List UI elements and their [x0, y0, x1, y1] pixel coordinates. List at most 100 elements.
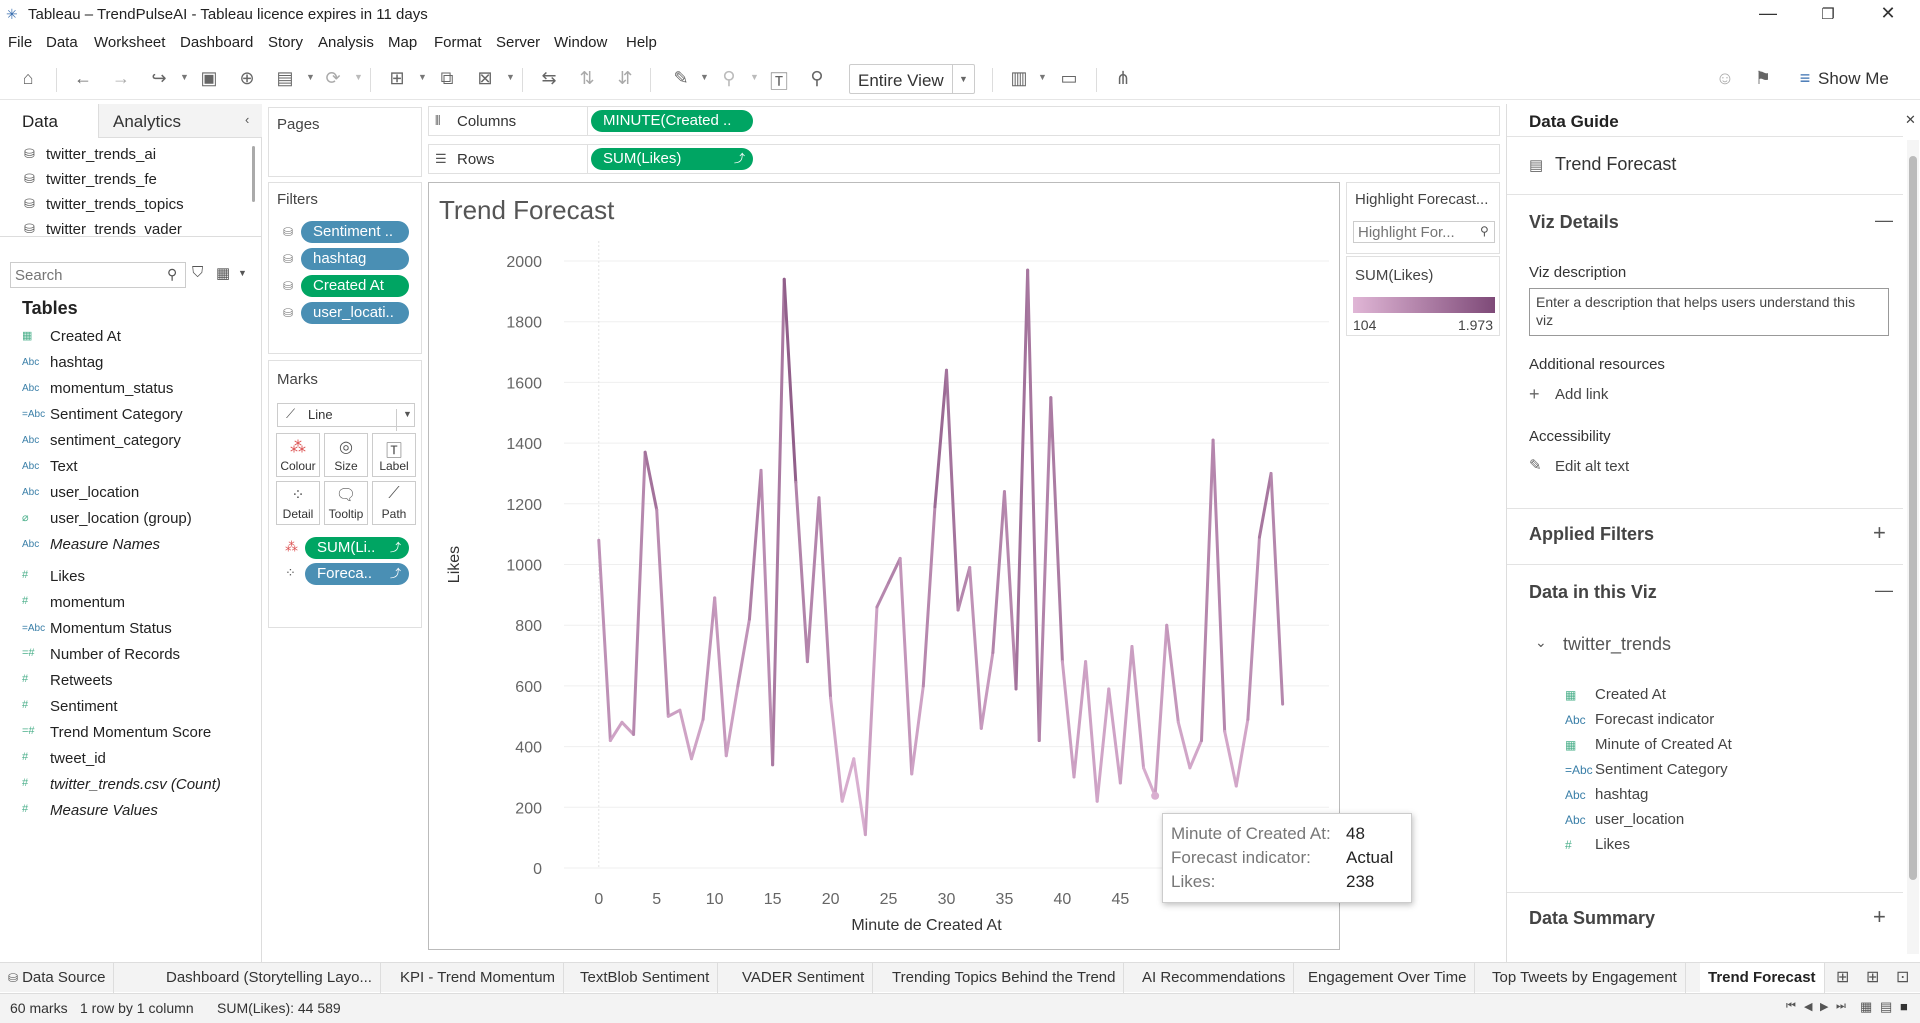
chevron-down-icon[interactable]: ▼: [396, 409, 412, 431]
first-sheet-icon[interactable]: ⏮: [1786, 1000, 1796, 1013]
field-item[interactable]: # Retweets: [0, 670, 260, 692]
plus-icon[interactable]: +: [1529, 384, 1540, 405]
field-item[interactable]: # momentum: [0, 592, 260, 614]
sort-ascending-icon[interactable]: ⇅: [574, 68, 600, 89]
tooltip-button[interactable]: 🗨 Tooltip: [324, 481, 368, 525]
chevron-down-icon[interactable]: ▼: [180, 72, 189, 82]
scrollbar-thumb[interactable]: [1909, 156, 1917, 880]
group-icon[interactable]: ⚲: [716, 68, 742, 89]
add-link-button[interactable]: Add link: [1555, 386, 1608, 403]
menu-worksheet[interactable]: Worksheet: [94, 34, 165, 51]
previous-sheet-icon[interactable]: ◀: [1804, 1000, 1812, 1013]
field-item[interactable]: =# Number of Records: [0, 644, 260, 666]
field-item[interactable]: Abc Text: [0, 456, 260, 478]
search-icon[interactable]: ⚲: [167, 266, 177, 283]
refresh-icon[interactable]: ⟳: [320, 68, 346, 89]
undo-icon[interactable]: ←: [70, 68, 96, 89]
sheet-tab[interactable]: Top Tweets by Engagement: [1484, 963, 1686, 993]
path-button[interactable]: ⟋ Path: [372, 481, 416, 525]
close-icon[interactable]: ✕: [1905, 112, 1916, 128]
field-item[interactable]: ▦ Created At: [0, 326, 260, 348]
columns-pill[interactable]: MINUTE(Created ..: [591, 110, 753, 132]
highlight-icon[interactable]: ✎: [668, 68, 694, 89]
menu-help[interactable]: Help: [626, 34, 657, 51]
highlight-field[interactable]: ⚲: [1353, 221, 1495, 243]
restore-icon[interactable]: ❐: [1805, 5, 1851, 23]
new-worksheet-icon[interactable]: ⊞: [384, 68, 410, 89]
new-data-source-icon[interactable]: ⊕: [234, 68, 260, 89]
sheet-tab[interactable]: Trending Topics Behind the Trend: [884, 963, 1125, 993]
search-field[interactable]: ⚲: [10, 262, 186, 288]
new-dashboard-tab-icon[interactable]: ⊞: [1866, 967, 1879, 987]
marks-pill-forecast[interactable]: Foreca.. ⤴: [305, 563, 409, 585]
field-item[interactable]: # Sentiment: [0, 696, 260, 718]
chevron-down-icon[interactable]: ⌄: [1535, 634, 1547, 651]
clear-sheet-icon[interactable]: ⊠: [472, 68, 498, 89]
pages-shelf[interactable]: Pages: [268, 107, 422, 177]
swap-icon[interactable]: ⇆: [536, 68, 562, 89]
home-icon[interactable]: ⌂: [15, 68, 41, 89]
menu-story[interactable]: Story: [268, 34, 303, 51]
presentation-icon[interactable]: ▭: [1056, 68, 1082, 89]
applied-filters-heading[interactable]: Applied Filters: [1529, 524, 1654, 545]
menu-format[interactable]: Format: [434, 34, 482, 51]
data-source-item[interactable]: ⛁ twitter_trends_ai: [0, 142, 250, 166]
close-icon[interactable]: ✕: [1865, 3, 1911, 24]
viz-description-field[interactable]: Enter a description that helps users und…: [1529, 288, 1889, 336]
size-button[interactable]: ◎ Size: [324, 433, 368, 477]
mark-type-select[interactable]: ⟋ Line ▼: [277, 403, 415, 431]
field-item[interactable]: # Likes: [0, 566, 260, 588]
viz-details-heading[interactable]: Viz Details: [1529, 212, 1619, 233]
collapse-pane-icon[interactable]: ‹: [245, 112, 249, 127]
sheet-tab[interactable]: Engagement Over Time: [1300, 963, 1476, 993]
filter-icon[interactable]: ⛉: [192, 264, 203, 281]
field-item[interactable]: # Measure Values: [0, 800, 260, 822]
share-icon[interactable]: ⋔: [1110, 68, 1136, 89]
field-item[interactable]: Abc Measure Names: [0, 534, 260, 556]
search-icon[interactable]: ⚲: [1480, 224, 1489, 238]
tab-data-source[interactable]: ⛁ Data Source: [0, 963, 115, 993]
chevron-down-icon[interactable]: ▼: [952, 65, 974, 93]
pencil-icon[interactable]: ✎: [1529, 456, 1542, 474]
guide-scrollbar[interactable]: [1907, 140, 1919, 954]
chevron-down-icon[interactable]: ▼: [506, 72, 515, 82]
field-item[interactable]: # twitter_trends.csv (Count): [0, 774, 260, 796]
rows-pill[interactable]: SUM(Likes) ⤴: [591, 148, 753, 170]
pin-icon[interactable]: ⚲: [804, 68, 830, 89]
rows-shelf[interactable]: ☰ Rows SUM(Likes) ⤴: [428, 144, 1500, 174]
new-story-tab-icon[interactable]: ⊡: [1896, 967, 1909, 987]
label-button[interactable]: 🅃 Label: [372, 433, 416, 477]
sheet-tab[interactable]: KPI - Trend Momentum: [392, 963, 565, 993]
field-item[interactable]: ⌀ user_location (group): [0, 508, 260, 530]
viz-canvas[interactable]: Trend Forecast 0 200 400 600 800 1000 1200 1400…: [428, 182, 1412, 950]
menu-map[interactable]: Map: [388, 34, 417, 51]
highlight-input[interactable]: [1358, 224, 1474, 240]
filter-pill[interactable]: Created At: [301, 275, 409, 297]
filter-pill[interactable]: Sentiment ..: [301, 221, 409, 243]
pause-updates-icon[interactable]: ▤: [272, 68, 298, 89]
next-sheet-icon[interactable]: ▶: [1820, 1000, 1828, 1013]
sheet-tab[interactable]: AI Recommendations: [1134, 963, 1295, 993]
expand-icon[interactable]: +: [1873, 520, 1886, 546]
show-sheet-sorter-icon[interactable]: ▤: [1880, 999, 1892, 1015]
show-me-button[interactable]: Show Me: [1818, 69, 1889, 89]
search-input[interactable]: [15, 266, 161, 284]
show-cards-icon[interactable]: ▥: [1006, 68, 1032, 89]
menu-analysis[interactable]: Analysis: [318, 34, 374, 51]
field-item[interactable]: Abc user_location: [0, 482, 260, 504]
chevron-down-icon[interactable]: ▼: [1038, 72, 1047, 82]
show-tabs-icon[interactable]: ■: [1900, 999, 1908, 1014]
data-source-item[interactable]: ⛁ twitter_trends_fe: [0, 167, 250, 191]
filters-shelf[interactable]: Filters ⛁ Sentiment .. ⛁ hashtag ⛁ Created At…: [268, 182, 422, 354]
labels-icon[interactable]: 🅃: [766, 68, 792, 94]
data-source-name[interactable]: twitter_trends: [1563, 634, 1671, 655]
data-source-item[interactable]: ⛁ twitter_trends_vader: [0, 217, 250, 241]
chevron-down-icon[interactable]: ▼: [354, 72, 363, 82]
data-source-scrollbar[interactable]: [252, 146, 255, 202]
save-icon[interactable]: ▣: [196, 68, 222, 89]
sheet-tab[interactable]: TextBlob Sentiment: [572, 963, 719, 993]
tab-data[interactable]: Data: [0, 104, 98, 138]
sort-descending-icon[interactable]: ⇵: [612, 68, 638, 89]
edit-alt-text-button[interactable]: Edit alt text: [1555, 458, 1629, 475]
show-me-icon[interactable]: ≡: [1792, 68, 1818, 89]
